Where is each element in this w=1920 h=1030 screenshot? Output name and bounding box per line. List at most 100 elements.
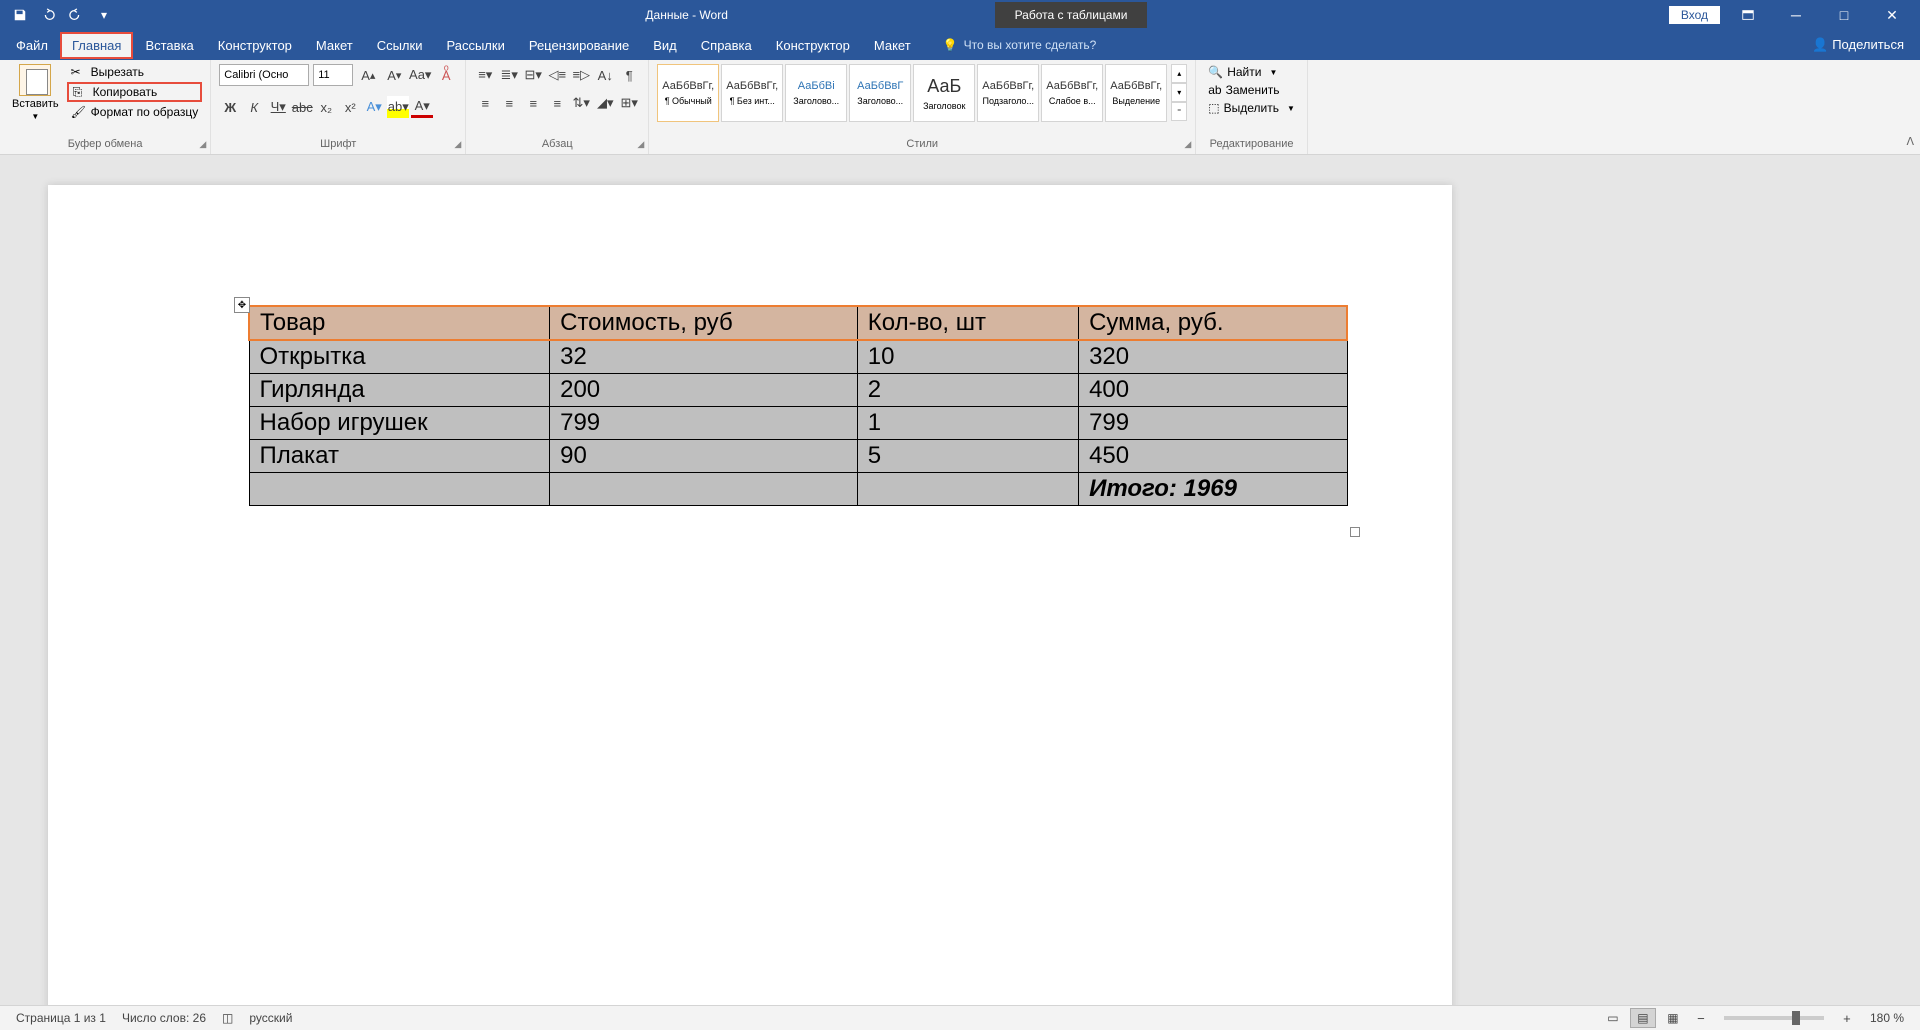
- tab-help[interactable]: Справка: [689, 32, 764, 59]
- share-button[interactable]: 👤 Поделиться: [1800, 31, 1916, 59]
- superscript-button[interactable]: x²: [339, 96, 361, 118]
- save-button[interactable]: [8, 3, 32, 27]
- minimize-button[interactable]: ─: [1776, 0, 1816, 30]
- line-spacing-button[interactable]: ⇅▾: [570, 92, 592, 114]
- qat-more-button[interactable]: ▾: [92, 3, 116, 27]
- table-cell[interactable]: Набор игрушек: [249, 407, 550, 440]
- table-cell[interactable]: 400: [1079, 374, 1347, 407]
- find-button[interactable]: 🔍 Найти▼: [1204, 64, 1281, 80]
- copy-button[interactable]: ⎘ Копировать: [67, 82, 203, 102]
- table-cell[interactable]: 799: [1079, 407, 1347, 440]
- table-cell[interactable]: 32: [550, 340, 858, 374]
- zoom-level[interactable]: 180 %: [1862, 1011, 1912, 1025]
- styles-up-button[interactable]: ▴: [1171, 64, 1187, 83]
- style-item[interactable]: АаБбВвГг,¶ Без инт...: [721, 64, 783, 122]
- highlight-button[interactable]: ab▾: [387, 96, 409, 118]
- undo-button[interactable]: [36, 3, 60, 27]
- justify-button[interactable]: ≡: [546, 92, 568, 114]
- close-button[interactable]: ✕: [1872, 0, 1912, 30]
- table-cell[interactable]: Плакат: [249, 440, 550, 473]
- paste-button[interactable]: Вставить ▼: [8, 64, 63, 121]
- table-cell[interactable]: Гирлянда: [249, 374, 550, 407]
- underline-button[interactable]: Ч▾: [267, 96, 289, 118]
- replace-button[interactable]: ab Заменить: [1204, 82, 1283, 98]
- indent-button[interactable]: ≡▷: [570, 64, 592, 86]
- table-cell[interactable]: 10: [857, 340, 1078, 374]
- language-status[interactable]: русский: [241, 1011, 300, 1025]
- table-cell[interactable]: 90: [550, 440, 858, 473]
- maximize-button[interactable]: □: [1824, 0, 1864, 30]
- tab-home[interactable]: Главная: [60, 32, 133, 59]
- zoom-in-button[interactable]: +: [1836, 1007, 1858, 1029]
- style-item[interactable]: АаБбВвГЗаголово...: [849, 64, 911, 122]
- multilevel-button[interactable]: ⊟▾: [522, 64, 544, 86]
- table-total-cell[interactable]: Итого: 1969: [1079, 473, 1347, 506]
- word-count[interactable]: Число слов: 26: [114, 1011, 214, 1025]
- zoom-slider[interactable]: [1724, 1016, 1824, 1020]
- styles-more-button[interactable]: ⁼: [1171, 102, 1187, 121]
- tab-review[interactable]: Рецензирование: [517, 32, 641, 59]
- strike-button[interactable]: abc: [291, 96, 313, 118]
- style-item[interactable]: АаБбВвГг,¶ Обычный: [657, 64, 719, 122]
- cut-button[interactable]: ✂ Вырезать: [67, 64, 203, 80]
- styles-launcher[interactable]: ◢: [1184, 139, 1191, 150]
- login-button[interactable]: Вход: [1669, 6, 1720, 24]
- read-mode-button[interactable]: ▭: [1600, 1008, 1626, 1028]
- data-table[interactable]: ТоварСтоимость, рубКол-во, штСумма, руб.…: [248, 305, 1348, 506]
- table-header[interactable]: Стоимость, руб: [550, 306, 858, 340]
- web-layout-button[interactable]: ▦: [1660, 1008, 1686, 1028]
- bullets-button[interactable]: ≡▾: [474, 64, 496, 86]
- align-right-button[interactable]: ≡: [522, 92, 544, 114]
- table-cell[interactable]: 450: [1079, 440, 1347, 473]
- sort-button[interactable]: A↓: [594, 64, 616, 86]
- format-painter-button[interactable]: 🖌 Формат по образцу: [67, 104, 203, 120]
- table-cell[interactable]: [857, 473, 1078, 506]
- shading-button[interactable]: ◢▾: [594, 92, 616, 114]
- table-row[interactable]: Открытка3210320: [249, 340, 1347, 374]
- page-status[interactable]: Страница 1 из 1: [8, 1011, 114, 1025]
- table-cell[interactable]: 2: [857, 374, 1078, 407]
- table-header[interactable]: Сумма, руб.: [1079, 306, 1347, 340]
- bold-button[interactable]: Ж: [219, 96, 241, 118]
- paragraph-launcher[interactable]: ◢: [637, 139, 644, 150]
- styles-gallery[interactable]: АаБбВвГг,¶ ОбычныйАаБбВвГг,¶ Без инт...А…: [657, 64, 1167, 122]
- style-item[interactable]: АаБбВіЗаголово...: [785, 64, 847, 122]
- tab-design[interactable]: Конструктор: [206, 32, 304, 59]
- select-button[interactable]: ⬚ Выделить▼: [1204, 100, 1299, 116]
- print-layout-button[interactable]: ▤: [1630, 1008, 1656, 1028]
- style-item[interactable]: АаБбВвГг,Выделение: [1105, 64, 1167, 122]
- table-cell[interactable]: 5: [857, 440, 1078, 473]
- show-marks-button[interactable]: ¶: [618, 64, 640, 86]
- table-cell[interactable]: 799: [550, 407, 858, 440]
- document-area[interactable]: ✥ ТоварСтоимость, рубКол-во, штСумма, ру…: [0, 155, 1920, 1005]
- numbering-button[interactable]: ≣▾: [498, 64, 520, 86]
- change-case-button[interactable]: Aa▾: [409, 64, 431, 86]
- tell-me-search[interactable]: 💡 Что вы хотите сделать?: [943, 38, 1097, 52]
- font-name-input[interactable]: [219, 64, 309, 86]
- ribbon-display-button[interactable]: [1728, 0, 1768, 30]
- style-item[interactable]: АаБбВвГг,Подзаголо...: [977, 64, 1039, 122]
- shrink-font-button[interactable]: A▾: [383, 64, 405, 86]
- table-row[interactable]: Гирлянда2002400: [249, 374, 1347, 407]
- text-effects-button[interactable]: A▾: [363, 96, 385, 118]
- table-header[interactable]: Товар: [249, 306, 550, 340]
- clipboard-launcher[interactable]: ◢: [199, 139, 206, 150]
- table-cell[interactable]: [550, 473, 858, 506]
- outdent-button[interactable]: ◁≡: [546, 64, 568, 86]
- tab-mailings[interactable]: Рассылки: [434, 32, 516, 59]
- tab-layout[interactable]: Макет: [304, 32, 365, 59]
- table-resize-handle[interactable]: [1350, 527, 1360, 537]
- collapse-ribbon-button[interactable]: ᐱ: [1906, 135, 1914, 148]
- table-cell[interactable]: Открытка: [249, 340, 550, 374]
- table-row[interactable]: Набор игрушек7991799: [249, 407, 1347, 440]
- spellcheck-icon[interactable]: ◫: [214, 1011, 241, 1025]
- table-cell[interactable]: 200: [550, 374, 858, 407]
- borders-button[interactable]: ⊞▾: [618, 92, 640, 114]
- table-cell[interactable]: 1: [857, 407, 1078, 440]
- tab-view[interactable]: Вид: [641, 32, 689, 59]
- grow-font-button[interactable]: A▴: [357, 64, 379, 86]
- tab-references[interactable]: Ссылки: [365, 32, 435, 59]
- tab-file[interactable]: Файл: [4, 32, 60, 59]
- table-cell[interactable]: 320: [1079, 340, 1347, 374]
- font-launcher[interactable]: ◢: [454, 139, 461, 150]
